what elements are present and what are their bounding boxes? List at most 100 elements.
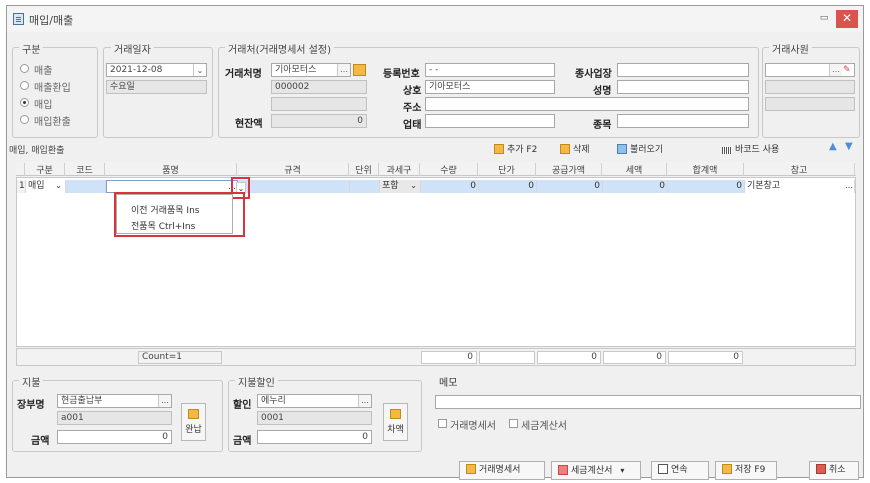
regno-label: 등록번호 (383, 69, 420, 80)
radio-purchase-label: 매입 (34, 100, 53, 111)
add-icon (494, 144, 504, 154)
chevron-down-icon[interactable]: ⌄ (410, 180, 417, 192)
cancel-button[interactable]: 취소 (809, 461, 859, 480)
pencil-icon[interactable]: ✎ (843, 65, 853, 75)
cell-spec[interactable] (238, 180, 350, 193)
radio-purchase-return[interactable] (20, 115, 29, 124)
delete-row-button[interactable]: 삭제 (560, 142, 590, 155)
col-total[interactable]: 합계액 (667, 163, 744, 176)
difference-button[interactable]: 차액 (383, 403, 408, 441)
staff-search-button[interactable]: … (829, 64, 842, 76)
tax-invoice-button[interactable]: 세금계산서 ▾ (551, 461, 641, 480)
tax-invoice-icon (558, 465, 568, 475)
col-vat[interactable]: 세액 (602, 163, 667, 176)
col-kind[interactable]: 구분 (25, 163, 65, 176)
statement-button[interactable]: 거래명세서 (459, 461, 545, 480)
staff-legend: 거래사원 (769, 41, 812, 56)
cell-note[interactable]: 기본창고… (745, 180, 855, 193)
chevron-down-icon[interactable]: ▾ (620, 466, 624, 475)
cell-qty[interactable]: 0 (421, 180, 479, 193)
discount-amount-label: 금액 (233, 436, 252, 447)
business-input[interactable] (425, 114, 555, 128)
total-sum: 0 (668, 351, 743, 364)
company-input[interactable]: 기아모터스 (425, 80, 555, 94)
cell-price[interactable]: 0 (479, 180, 537, 193)
ledger-search-button[interactable]: … (158, 395, 171, 407)
row-count: Count=1 (138, 351, 222, 364)
invoice-checkbox[interactable] (509, 419, 518, 428)
item-label: 종목 (593, 120, 612, 131)
payment-legend: 지불 (19, 374, 44, 389)
close-button[interactable]: ✕ (836, 10, 858, 28)
pay-icon (188, 409, 199, 419)
company-label: 상호 (403, 86, 422, 97)
col-spec[interactable]: 규격 (237, 163, 349, 176)
col-price[interactable]: 단가 (478, 163, 536, 176)
business-label: 업태 (403, 120, 422, 131)
rep-label: 성명 (593, 86, 612, 97)
full-payment-button[interactable]: 완납 (181, 403, 206, 441)
move-up-icon[interactable]: ▲ (829, 141, 837, 152)
rep-input[interactable] (617, 80, 749, 94)
discount-search-button[interactable]: … (358, 395, 371, 407)
col-note[interactable]: 참고 (744, 163, 855, 176)
radio-sales[interactable] (20, 64, 29, 73)
col-supply[interactable]: 공급가액 (536, 163, 602, 176)
col-rownum (16, 163, 25, 176)
continuous-button[interactable]: 연속 (651, 461, 709, 480)
cell-tax[interactable]: 포함 ⌄ (380, 180, 421, 193)
vat-sum: 0 (603, 351, 666, 364)
cell-unit[interactable] (350, 180, 380, 193)
col-name[interactable]: 품명 (105, 163, 237, 176)
qty-sum: 0 (421, 351, 477, 364)
staff-field-3 (765, 97, 855, 111)
save-button[interactable]: 저장 F9 (715, 461, 777, 480)
col-code[interactable]: 코드 (65, 163, 105, 176)
col-tax[interactable]: 과세구 (379, 163, 420, 176)
invoice-checkbox-label: 세금계산서 (521, 421, 567, 432)
address-label: 주소 (403, 103, 422, 114)
load-button[interactable]: 불러오기 (617, 142, 663, 155)
cell-supply[interactable]: 0 (537, 180, 603, 193)
partner-name-input[interactable]: 기아모터스 … (271, 63, 351, 77)
maximize-button[interactable]: ▭ (816, 13, 832, 27)
col-unit[interactable]: 단위 (349, 163, 379, 176)
staff-field-2 (765, 80, 855, 94)
cell-kind[interactable]: 매입 ⌄ (26, 180, 66, 193)
staff-input[interactable]: … ✎ (765, 63, 855, 77)
address-input[interactable] (425, 97, 749, 111)
radio-purchase-return-label: 매입환출 (34, 117, 71, 128)
partner-search-button[interactable]: … (337, 64, 350, 76)
item-input[interactable] (617, 114, 749, 128)
add-row-button[interactable]: 추가 F2 (494, 142, 537, 155)
move-down-icon[interactable]: ▼ (845, 141, 853, 152)
discount-input[interactable]: 에누리 … (257, 394, 372, 408)
chevron-down-icon[interactable]: ⌄ (193, 64, 206, 76)
discount-amount-input[interactable]: 0 (257, 430, 372, 444)
statement-checkbox[interactable] (438, 419, 447, 428)
chevron-down-icon[interactable]: ⌄ (55, 180, 62, 192)
payment-amount-label: 금액 (31, 436, 50, 447)
print-icon (658, 464, 668, 474)
purchase-sales-window: 매입/매출 ▭ ✕ 구분 매출 매출환입 매입 매입환출 거래일자 2021-1… (6, 5, 864, 480)
cell-code[interactable] (66, 180, 106, 193)
cell-total[interactable]: 0 (668, 180, 745, 193)
document-icon (13, 13, 24, 25)
partner-add-icon[interactable] (353, 64, 366, 76)
branch-input[interactable] (617, 63, 749, 77)
payment-amount-input[interactable]: 0 (57, 430, 172, 444)
barcode-button[interactable]: 바코드 사용 (722, 142, 779, 155)
price-sum-empty (479, 351, 535, 364)
ellipsis-button[interactable]: … (845, 180, 853, 192)
regno-input[interactable]: - - (425, 63, 555, 77)
cell-vat[interactable]: 0 (603, 180, 668, 193)
discount-legend: 지불할인 (235, 374, 278, 389)
date-input[interactable]: 2021-12-08 ⌄ (106, 63, 207, 77)
memo-input[interactable] (435, 395, 861, 409)
col-qty[interactable]: 수량 (420, 163, 478, 176)
partner-extra-field (271, 97, 367, 111)
radio-sales-return[interactable] (20, 81, 29, 90)
date-legend: 거래일자 (111, 41, 154, 56)
ledger-input[interactable]: 현금출납부 … (57, 394, 172, 408)
radio-purchase[interactable] (20, 98, 29, 107)
